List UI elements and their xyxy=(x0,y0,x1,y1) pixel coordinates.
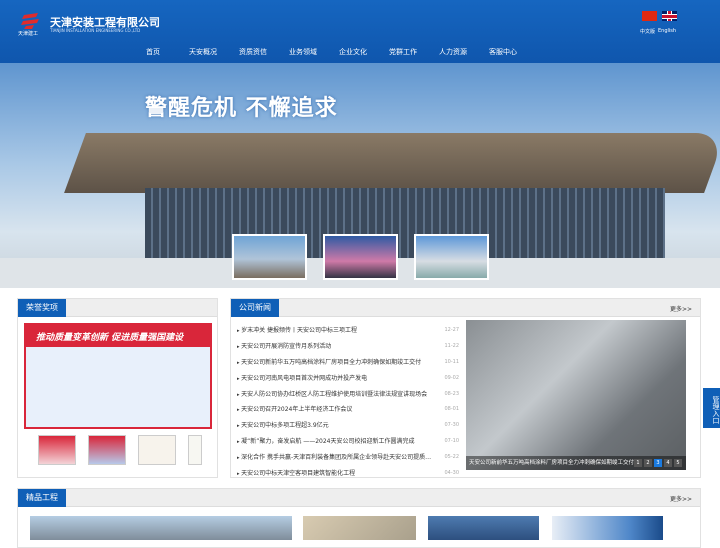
lang-english-link[interactable]: English xyxy=(658,28,676,35)
nav-item-service[interactable]: 客服中心 xyxy=(478,47,528,57)
honors-panel: 荣誉奖项 推动质量变革创新 促进质量强国建设 xyxy=(17,298,218,478)
nav-item-business[interactable]: 业务领域 xyxy=(278,47,328,57)
news-item-title[interactable]: 岁末冲关 捷报频传丨天安公司中标三项工程 xyxy=(237,323,432,339)
banner-thumb[interactable] xyxy=(323,234,398,280)
nav-item-about[interactable]: 天安概况 xyxy=(178,47,228,57)
nav-item-party[interactable]: 党群工作 xyxy=(378,47,428,57)
news-item[interactable]: 天安公司开展消防宣传月系列活动 11-22 xyxy=(237,339,459,355)
honor-thumb[interactable] xyxy=(38,435,76,465)
news-item-title[interactable]: 天安公司中标多项工程超3.9亿元 xyxy=(237,418,432,434)
news-item[interactable]: 天安公司中标天津空客项目建筑智能化工程 04-30 xyxy=(237,466,459,482)
news-item-date: 08-01 xyxy=(444,406,459,413)
news-title: 公司新闻 xyxy=(231,299,279,317)
news-item-date: 07-30 xyxy=(444,422,459,429)
slider-page-button[interactable]: 4 xyxy=(664,459,672,467)
slider-pager: 12345 xyxy=(634,459,682,467)
news-item-date: 05-22 xyxy=(444,454,459,461)
news-item-date: 09-02 xyxy=(444,374,459,381)
hero-banner: 警醒危机 不懈追求 xyxy=(0,63,720,288)
news-item-title[interactable]: 天安公司中标天津空客项目建筑智能化工程 xyxy=(237,466,432,482)
slider-page-button[interactable]: 1 xyxy=(634,459,642,467)
news-item-date: 10-11 xyxy=(444,358,459,365)
news-more-link[interactable]: 更多>> xyxy=(670,304,692,313)
news-item-title[interactable]: 凝“新”聚力，奋发启航 ——2024天安公司校招迎新工作圆满完成 xyxy=(237,434,432,450)
news-item[interactable]: 深化合作 携手共赢-天津百利装备集团及所属企业领导赴天安公司提质… 05-22 xyxy=(237,450,459,466)
uk-flag-icon[interactable] xyxy=(662,11,677,21)
nav-item-hr[interactable]: 人力资源 xyxy=(428,47,478,57)
project-image[interactable] xyxy=(303,516,416,540)
nav-item-qualification[interactable]: 资质资信 xyxy=(228,47,278,57)
company-logo[interactable] xyxy=(20,12,42,30)
project-image[interactable] xyxy=(552,516,663,540)
projects-more-link[interactable]: 更多>> xyxy=(670,494,692,503)
poster-text: 推动质量变革创新 促进质量强国建设 xyxy=(36,333,184,343)
admin-entry-button[interactable]: 管理入口 xyxy=(703,388,720,428)
news-item-title[interactable]: 天安公司召开2024年上半年经济工作会议 xyxy=(237,402,432,418)
news-item-title[interactable]: 深化合作 携手共赢-天津百利装备集团及所属企业领导赴天安公司提质… xyxy=(237,450,432,466)
lang-chinese-link[interactable]: 中文版 xyxy=(640,28,655,35)
project-image[interactable] xyxy=(30,516,292,540)
news-item-title[interactable]: 天安公司开展消防宣传月系列活动 xyxy=(237,339,432,355)
slider-page-button[interactable]: 2 xyxy=(644,459,652,467)
honor-poster[interactable]: 推动质量变革创新 促进质量强国建设 xyxy=(24,323,212,429)
honor-thumb[interactable] xyxy=(88,435,126,465)
banner-thumb[interactable] xyxy=(232,234,307,280)
company-name-en: TIANJIN INSTALLATION ENGINEERING CO.,LTD xyxy=(50,28,141,33)
news-item[interactable]: 天安公司新前华五万吨高档涂料厂房项目全力冲刺确保如期竣工交付 10-11 xyxy=(237,355,459,371)
nav-item-culture[interactable]: 企业文化 xyxy=(328,47,378,57)
news-item-date: 08-23 xyxy=(444,390,459,397)
main-nav: 首页 天安概况 资质资信 业务领域 企业文化 党群工作 人力资源 客服中心 xyxy=(128,47,528,57)
news-item-date: 12-27 xyxy=(444,327,459,333)
news-photo-slider[interactable]: 天安公司新前华五万吨高档涂料厂房项目全力冲刺确保如期竣工交付 12345 xyxy=(466,320,686,470)
news-item-date: 04-30 xyxy=(444,470,459,477)
news-panel: 公司新闻 更多>> 岁末冲关 捷报频传丨天安公司中标三项工程 12-27 天安公司开展… xyxy=(230,298,701,478)
logo-subtitle: 天津建工 xyxy=(18,31,39,37)
honor-thumb[interactable] xyxy=(138,435,176,465)
honor-thumb[interactable] xyxy=(188,435,202,465)
site-header: 天津建工 天津安装工程有限公司 TIANJIN INSTALLATION ENG… xyxy=(0,0,720,63)
slider-page-button[interactable]: 5 xyxy=(674,459,682,467)
news-item[interactable]: 天安公司河南风电项目首次并网成功并投产发电 09-02 xyxy=(237,371,459,387)
news-item-title[interactable]: 天安公司新前华五万吨高档涂料厂房项目全力冲刺确保如期竣工交付 xyxy=(237,355,432,371)
news-item-date: 07-10 xyxy=(444,438,459,445)
news-item[interactable]: 岁末冲关 捷报频传丨天安公司中标三项工程 12-27 xyxy=(237,323,459,339)
news-item[interactable]: 天安公司中标多项工程超3.9亿元 07-30 xyxy=(237,418,459,434)
slider-page-button[interactable]: 3 xyxy=(654,459,662,467)
news-item-title[interactable]: 天安人防公司协办红桥区人防工程维护使用培训暨法律法规宣讲现场会 xyxy=(237,387,432,403)
news-item-title[interactable]: 天安公司河南风电项目首次并网成功并投产发电 xyxy=(237,371,432,387)
project-image[interactable] xyxy=(428,516,539,540)
news-list: 岁末冲关 捷报频传丨天安公司中标三项工程 12-27 天安公司开展消防宣传月系列活动… xyxy=(237,323,459,482)
news-item[interactable]: 天安公司召开2024年上半年经济工作会议 08-01 xyxy=(237,402,459,418)
building-roof xyxy=(64,133,720,193)
honors-title: 荣誉奖项 xyxy=(18,299,66,317)
banner-slogan: 警醒危机 不懈追求 xyxy=(145,96,338,121)
news-item[interactable]: 凝“新”聚力，奋发启航 ——2024天安公司校招迎新工作圆满完成 07-10 xyxy=(237,434,459,450)
nav-item-home[interactable]: 首页 xyxy=(128,47,178,57)
news-item[interactable]: 天安人防公司协办红桥区人防工程维护使用培训暨法律法规宣讲现场会 08-23 xyxy=(237,387,459,403)
china-flag-icon[interactable] xyxy=(642,11,657,21)
projects-title: 精品工程 xyxy=(18,489,66,507)
news-item-date: 11-22 xyxy=(444,342,459,349)
banner-thumb[interactable] xyxy=(414,234,489,280)
